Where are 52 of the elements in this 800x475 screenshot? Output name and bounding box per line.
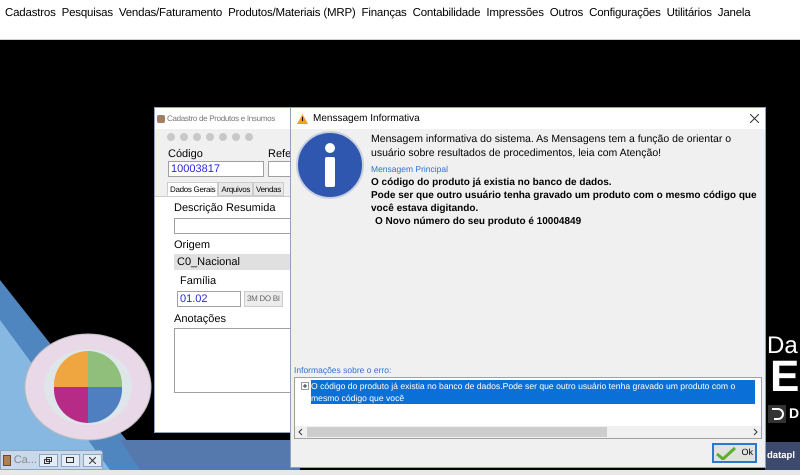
- restore-icon: [44, 456, 52, 464]
- error-item[interactable]: O código do produto já existia no banco de dados.Pode ser que outro usuário tenha gravado um produto com o mesmo código que você: [311, 380, 755, 404]
- field-label: Código: [168, 148, 204, 161]
- tab[interactable]: Arquivos: [218, 182, 254, 196]
- restore-button[interactable]: [38, 454, 58, 466]
- logo-text: D: [789, 404, 800, 423]
- menu-item[interactable]: Janela: [714, 5, 754, 22]
- intro-text: Mensagem informativa do sistema. As Mensagens tem a função de orientar o usuário sobre resultados de procedimentos, leia com Atenção!: [371, 132, 732, 160]
- ok-button[interactable]: Ok: [712, 443, 757, 463]
- section-label: Informações sobre o erro:: [293, 364, 392, 377]
- message-text: O Novo número do seu produto é 10004849: [374, 214, 582, 228]
- book-icon: [3, 454, 11, 466]
- field-label: Refe: [268, 148, 292, 161]
- maximize-icon: [66, 457, 74, 464]
- message-text: O código do produto já existia no banco de dados.: [371, 176, 613, 189]
- menu-item[interactable]: Finanças: [358, 5, 410, 22]
- logo-icon: [768, 404, 786, 422]
- menu-item[interactable]: Cadastros: [2, 5, 59, 22]
- close-icon: [88, 456, 96, 464]
- info-icon: [296, 131, 364, 199]
- field-label: Anotações: [174, 312, 227, 326]
- menu-item[interactable]: Configurações: [586, 5, 664, 22]
- tab[interactable]: Dados Gerais: [167, 182, 218, 196]
- window-title: Cadastro de Produtos e Insumos: [167, 112, 275, 124]
- maximize-button[interactable]: [60, 454, 80, 466]
- family-name-field[interactable]: 3M DO BI: [244, 290, 283, 306]
- message-text: Pode ser que outro usuário tenha gravado um produto com o mesmo código que você estava digitando.: [371, 188, 757, 215]
- family-code-field[interactable]: 01.02: [177, 290, 241, 306]
- scrollbar-thumb[interactable]: [307, 427, 607, 437]
- expand-icon[interactable]: [301, 382, 309, 390]
- field-label: Família: [180, 274, 218, 289]
- menu-item[interactable]: Impressões: [483, 5, 547, 22]
- menu-item[interactable]: Pesquisas: [58, 5, 116, 22]
- brand-footer: datapl: [765, 442, 800, 470]
- section-label: Mensagem Principal: [371, 163, 450, 176]
- code-field[interactable]: 10003817: [168, 161, 264, 177]
- field-label: Descrição Resumida: [174, 201, 276, 216]
- close-button[interactable]: [82, 454, 102, 466]
- menu-item[interactable]: Vendas/Faturamento: [116, 5, 226, 22]
- close-icon[interactable]: [750, 114, 759, 123]
- menu-item[interactable]: Produtos/Materiais (MRP): [225, 5, 359, 22]
- window-title: Ca...: [14, 452, 36, 468]
- menu-item[interactable]: Contabilidade: [410, 5, 484, 22]
- tab[interactable]: Vendas: [253, 182, 284, 196]
- box-icon: [157, 114, 165, 122]
- dialog-title: Menssagem Informativa: [313, 112, 421, 126]
- horizontal-scrollbar[interactable]: [295, 426, 761, 438]
- menu-item[interactable]: Utilitários: [664, 5, 715, 22]
- warning-icon: [297, 114, 308, 124]
- checkmark-icon: [716, 446, 736, 460]
- menu-item[interactable]: Outros: [546, 5, 586, 22]
- field-label: Origem: [174, 238, 212, 252]
